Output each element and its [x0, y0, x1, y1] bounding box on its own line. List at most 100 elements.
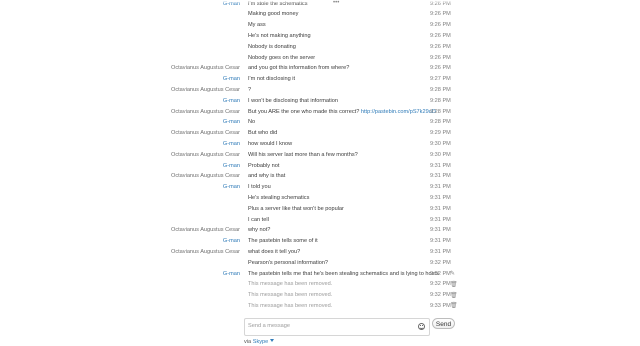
message-row[interactable]: Octavianus Augustus Cesar and why is that…: [0, 172, 640, 183]
trash-icon: 🗑: [450, 303, 458, 310]
message-text: Plus a server like that won't be popular: [248, 206, 344, 212]
message-body: Will his server last more than a few mon…: [248, 151, 358, 158]
sender-name[interactable]: G-man: [223, 163, 240, 169]
timestamp: 9:28 PM: [430, 97, 451, 104]
message-body: what does it tell you?: [248, 248, 301, 255]
message-row[interactable]: G-man No 9:28 PM: [0, 118, 640, 129]
message-row[interactable]: This message has been removed. 9:32 PM 🗑: [0, 280, 640, 291]
message-body: He's not making anything: [248, 32, 311, 39]
message-text: I'm not disclosing it: [248, 76, 295, 82]
message-body: The pastebin tells some of it: [248, 238, 318, 245]
trash-icon: 🗑: [450, 281, 458, 288]
message-body: My ass: [248, 22, 266, 29]
timestamp: 9:31 PM: [430, 238, 451, 245]
message-link[interactable]: http://pastebin.com/pS7k29uD: [361, 109, 436, 115]
message-row[interactable]: I can tell 9:31 PM: [0, 215, 640, 226]
sender-name[interactable]: G-man: [223, 119, 240, 125]
message-body: Nobody is donating: [248, 43, 296, 50]
timestamp: 9:26 PM: [430, 32, 451, 39]
scroll-indicator: •••: [333, 0, 340, 6]
message-text: I won't be disclosing that information: [248, 98, 338, 104]
message-row[interactable]: G-man The pastebin tells me that he's bee…: [0, 269, 640, 280]
sender-name[interactable]: Octavianus Augustus Cesar: [171, 65, 240, 71]
message-row[interactable]: Octavianus Augustus Cesar But who did 9:29…: [0, 129, 640, 140]
message-body: This message has been removed.: [248, 302, 333, 309]
timestamp: 9:31 PM: [430, 173, 451, 180]
sender-name[interactable]: G-man: [223, 76, 240, 82]
message-body: Probably not: [248, 162, 280, 169]
sender-name[interactable]: G-man: [223, 184, 240, 190]
sender-name[interactable]: Octavianus Augustus Cesar: [171, 152, 240, 158]
message-row[interactable]: Nobody goes on the server 9:26 PM: [0, 53, 640, 64]
sender-name[interactable]: Octavianus Augustus Cesar: [171, 109, 240, 115]
sender-name[interactable]: G-man: [223, 141, 240, 147]
message-row[interactable]: G-man I told you 9:31 PM: [0, 183, 640, 194]
message-composer[interactable]: [244, 318, 430, 336]
timestamp: 9:26 PM: [430, 65, 451, 72]
message-input[interactable]: [248, 321, 398, 331]
message-row[interactable]: G-man The pastebin tells some of it 9:31 P…: [0, 237, 640, 248]
service-selector[interactable]: Skype: [253, 339, 275, 345]
removed-message-text: This message has been removed.: [248, 292, 332, 298]
message-body: This message has been removed.: [248, 292, 333, 299]
message-row[interactable]: He's stealing schematics 9:31 PM: [0, 193, 640, 204]
message-row[interactable]: This message has been removed. 9:33 PM 🗑: [0, 301, 640, 312]
message-text: why not?: [248, 227, 270, 233]
sender-name[interactable]: G-man: [223, 238, 240, 244]
message-row[interactable]: G-man how would I know 9:30 PM: [0, 139, 640, 150]
service-label: Skype: [252, 339, 269, 345]
message-row[interactable]: G-man Probably not 9:31 PM: [0, 161, 640, 172]
message-body: I'm not disclosing it: [248, 76, 296, 83]
timestamp: 9:28 PM: [430, 119, 451, 126]
message-body: No: [248, 119, 256, 126]
message-text: But you ARE the one who made this correc…: [248, 109, 436, 115]
via-footer: via Skype: [244, 339, 275, 345]
message-row[interactable]: Octavianus Augustus Cesar? 9:28 PM: [0, 85, 640, 96]
sender-name[interactable]: G-man: [223, 271, 240, 277]
top-fade: [0, 0, 640, 4]
message-body: I won't be disclosing that information: [248, 97, 338, 104]
message-row[interactable]: Octavianus Augustus Cesar and you got thi…: [0, 64, 640, 75]
message-text: He's not making anything: [248, 33, 311, 39]
message-body: But you ARE the one who made this correc…: [248, 108, 360, 115]
timestamp: 9:32 PM: [430, 270, 451, 277]
message-row[interactable]: Making good money 9:26 PM: [0, 10, 640, 21]
sender-name[interactable]: Octavianus Augustus Cesar: [171, 227, 240, 233]
message-row[interactable]: Octavianus Augustus Cesar what does it te…: [0, 247, 640, 258]
message-row[interactable]: He's not making anything 9:26 PM: [0, 31, 640, 42]
smiley-icon[interactable]: [418, 323, 425, 330]
message-row[interactable]: This message has been removed. 9:32 PM 🗑: [0, 291, 640, 302]
timestamp: 9:31 PM: [430, 194, 451, 201]
message-body: I can tell: [248, 216, 269, 223]
message-row[interactable]: G-man I'm not disclosing it 9:27 PM: [0, 75, 640, 86]
message-body: and why is that: [248, 173, 286, 180]
via-label: via: [244, 339, 252, 345]
timestamp: 9:28 PM: [430, 86, 451, 93]
message-text: what does it tell you?: [248, 249, 300, 255]
send-button[interactable]: Send: [432, 318, 455, 329]
chat-history[interactable]: G-manI'm stole the schematics9:26 PMMaki…: [0, 0, 640, 312]
message-row[interactable]: Nobody is donating 9:26 PM: [0, 42, 640, 53]
message-text: The pastebin tells me that he's been ste…: [248, 271, 439, 277]
message-row[interactable]: Octavianus Augustus Cesar why not? 9:31 PM: [0, 226, 640, 237]
sender-name[interactable]: G-man: [223, 98, 240, 104]
message-row[interactable]: Octavianus Augustus Cesar But you ARE the…: [0, 107, 640, 118]
sender-name[interactable]: Octavianus Augustus Cesar: [171, 130, 240, 136]
timestamp: 9:29 PM: [430, 130, 451, 137]
sender-name[interactable]: Octavianus Augustus Cesar: [171, 249, 240, 255]
message-body: Pearson's personal information?: [248, 259, 329, 266]
edited-icon: ✎: [450, 271, 456, 277]
timestamp: 9:30 PM: [430, 151, 451, 158]
timestamp: 9:33 PM: [430, 302, 451, 309]
message-row[interactable]: G-man I won't be disclosing that informat…: [0, 96, 640, 107]
message-body: Plus a server like that won't be popular: [248, 205, 344, 212]
message-row[interactable]: Pearson's personal information? 9:32 PM: [0, 258, 640, 269]
sender-name[interactable]: Octavianus Augustus Cesar: [171, 87, 240, 93]
message-row[interactable]: Plus a server like that won't be popular…: [0, 204, 640, 215]
message-row[interactable]: Octavianus Augustus Cesar Will his server…: [0, 150, 640, 161]
message-row[interactable]: My ass 9:26 PM: [0, 21, 640, 32]
sender-name[interactable]: Octavianus Augustus Cesar: [171, 173, 240, 179]
timestamp: 9:26 PM: [430, 54, 451, 61]
trash-icon: 🗑: [450, 292, 458, 299]
message-text: and why is that: [248, 173, 285, 179]
